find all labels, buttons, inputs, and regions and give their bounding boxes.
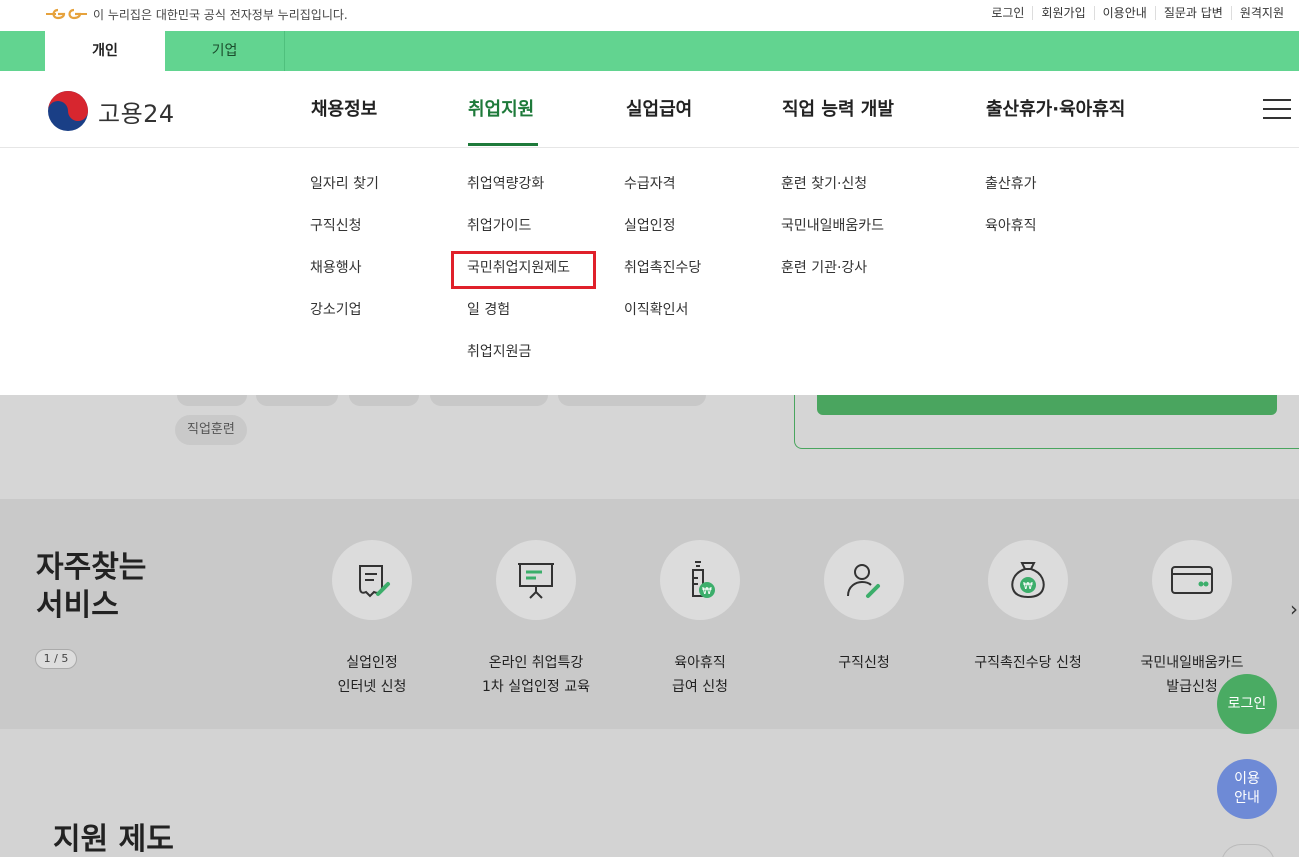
util-guide-link[interactable]: 이용안내 [1093, 6, 1155, 20]
gnb-job-skill-development[interactable]: 직업 능력 개발 [782, 95, 894, 121]
taegeuk-logo-icon [48, 91, 88, 131]
menu-item-learning-card[interactable]: 국민내일배움카드 [781, 216, 884, 258]
menu-item-find-jobs[interactable]: 일자리 찾기 [310, 174, 379, 216]
site-name: 고용24 [98, 99, 175, 128]
menu-item-maternity-leave[interactable]: 출산휴가 [985, 174, 1037, 216]
menu-item-find-training[interactable]: 훈련 찾기·신청 [781, 174, 884, 216]
svg-text:₩: ₩ [1023, 581, 1033, 592]
frequent-services-section: 자주찾는 서비스 1 / 5 실업인정 인터넷 신청 온라인 취업특강 1차 실… [0, 499, 1299, 729]
gnb-recruit-info[interactable]: 채용정보 [311, 95, 377, 121]
user-type-tabs: 개인 기업 [0, 31, 1299, 71]
mega-menu: 일자리 찾기 구직신청 채용행사 강소기업 취업역량강화 취업가이드 국민취업지… [0, 148, 1299, 395]
main-navigation: 고용24 채용정보 취업지원 실업급여 직업 능력 개발 출산휴가·육아휴직 [0, 71, 1299, 148]
service-unemployment-recognition[interactable]: 실업인정 인터넷 신청 [282, 540, 462, 699]
util-signup-link[interactable]: 회원가입 [1032, 6, 1093, 20]
highlight-box [451, 251, 596, 289]
menu-item-unemployment-recognition[interactable]: 실업인정 [624, 216, 701, 258]
gnb-employment-support[interactable]: 취업지원 [468, 95, 534, 121]
gnb-maternity-parental-leave[interactable]: 출산휴가·육아휴직 [986, 95, 1125, 121]
util-login-link[interactable]: 로그인 [983, 6, 1032, 20]
menu-item-parental-leave[interactable]: 육아휴직 [985, 216, 1037, 258]
util-qna-link[interactable]: 질문과 답변 [1154, 6, 1231, 20]
scroll-top-button[interactable] [1221, 844, 1275, 857]
keyword-tag-training[interactable]: 직업훈련 [175, 415, 247, 445]
service-online-lecture[interactable]: 온라인 취업특강 1차 실업인정 교육 [446, 540, 626, 699]
egov-notice: 이 누리집은 대한민국 공식 전자정부 누리집입니다. [93, 8, 348, 22]
keyword-tag [558, 395, 706, 406]
menu-item-separation-certificate[interactable]: 이직확인서 [624, 300, 701, 342]
service-reemployment-allowance[interactable]: ₩ 구직촉진수당 신청 [938, 540, 1118, 675]
menu-item-strong-companies[interactable]: 강소기업 [310, 300, 379, 342]
menu-icon[interactable] [1263, 99, 1291, 119]
login-card-button[interactable] [817, 395, 1277, 415]
menu-item-work-experience[interactable]: 일 경험 [467, 300, 570, 342]
service-job-application[interactable]: 구직신청 [774, 540, 954, 675]
document-pen-icon [359, 565, 390, 598]
support-programs-title: 지원 제도 [53, 822, 174, 857]
keyword-tags-area: 직업훈련 [0, 395, 780, 499]
service-parental-leave-benefit[interactable]: ₩ 육아휴직 급여 신청 [610, 540, 790, 699]
money-bag-icon: ₩ [1011, 562, 1045, 599]
tab-company[interactable]: 기업 [165, 31, 285, 71]
tab-personal[interactable]: 개인 [45, 31, 165, 71]
gnb-unemployment-benefit[interactable]: 실업급여 [626, 95, 692, 121]
util-remote-support-link[interactable]: 원격지원 [1230, 6, 1292, 20]
active-gnb-underline [468, 143, 538, 146]
svg-text:₩: ₩ [702, 586, 712, 597]
menu-item-recruit-events[interactable]: 채용행사 [310, 258, 379, 300]
card-icon [1171, 566, 1213, 594]
utility-links: 로그인 회원가입 이용안내 질문과 답변 원격지원 [983, 6, 1292, 20]
presentation-board-icon [518, 563, 554, 599]
keyword-tag [256, 395, 338, 406]
floating-login-button[interactable]: 로그인 [1217, 674, 1277, 734]
mega-col-unemployment: 수급자격 실업인정 취업촉진수당 이직확인서 [624, 174, 701, 342]
baby-bottle-won-icon: ₩ [692, 561, 715, 598]
mega-col-recruit: 일자리 찾기 구직신청 채용행사 강소기업 [310, 174, 379, 342]
menu-item-job-application[interactable]: 구직신청 [310, 216, 379, 258]
mega-col-training: 훈련 찾기·신청 국민내일배움카드 훈련 기관·강사 [781, 174, 884, 300]
keyword-tag [177, 395, 247, 406]
menu-item-capacity-building[interactable]: 취업역량강화 [467, 174, 570, 216]
floating-guide-button[interactable]: 이용 안내 [1217, 759, 1277, 819]
top-utility-bar: 이 누리집은 대한민국 공식 전자정부 누리집입니다. 로그인 회원가입 이용안… [0, 0, 1299, 31]
frequent-services-title: 자주찾는 서비스 [36, 550, 147, 623]
login-card [794, 395, 1299, 449]
carousel-pager: 1 / 5 [35, 649, 77, 669]
keyword-tag [430, 395, 548, 406]
menu-item-eligibility[interactable]: 수급자격 [624, 174, 701, 216]
keyword-tag [349, 395, 419, 406]
site-logo[interactable]: 고용24 [46, 89, 175, 133]
carousel-next-icon[interactable]: › [1290, 597, 1298, 621]
menu-item-reemployment-allowance[interactable]: 취업촉진수당 [624, 258, 701, 300]
person-pen-icon [847, 564, 880, 598]
menu-item-training-institution[interactable]: 훈련 기관·강사 [781, 258, 884, 300]
egov-logo-icon [46, 8, 87, 20]
support-programs-section: 지원 제도 [0, 729, 1299, 857]
mega-col-leave: 출산휴가 육아휴직 [985, 174, 1037, 258]
menu-item-employment-subsidy[interactable]: 취업지원금 [467, 342, 570, 384]
